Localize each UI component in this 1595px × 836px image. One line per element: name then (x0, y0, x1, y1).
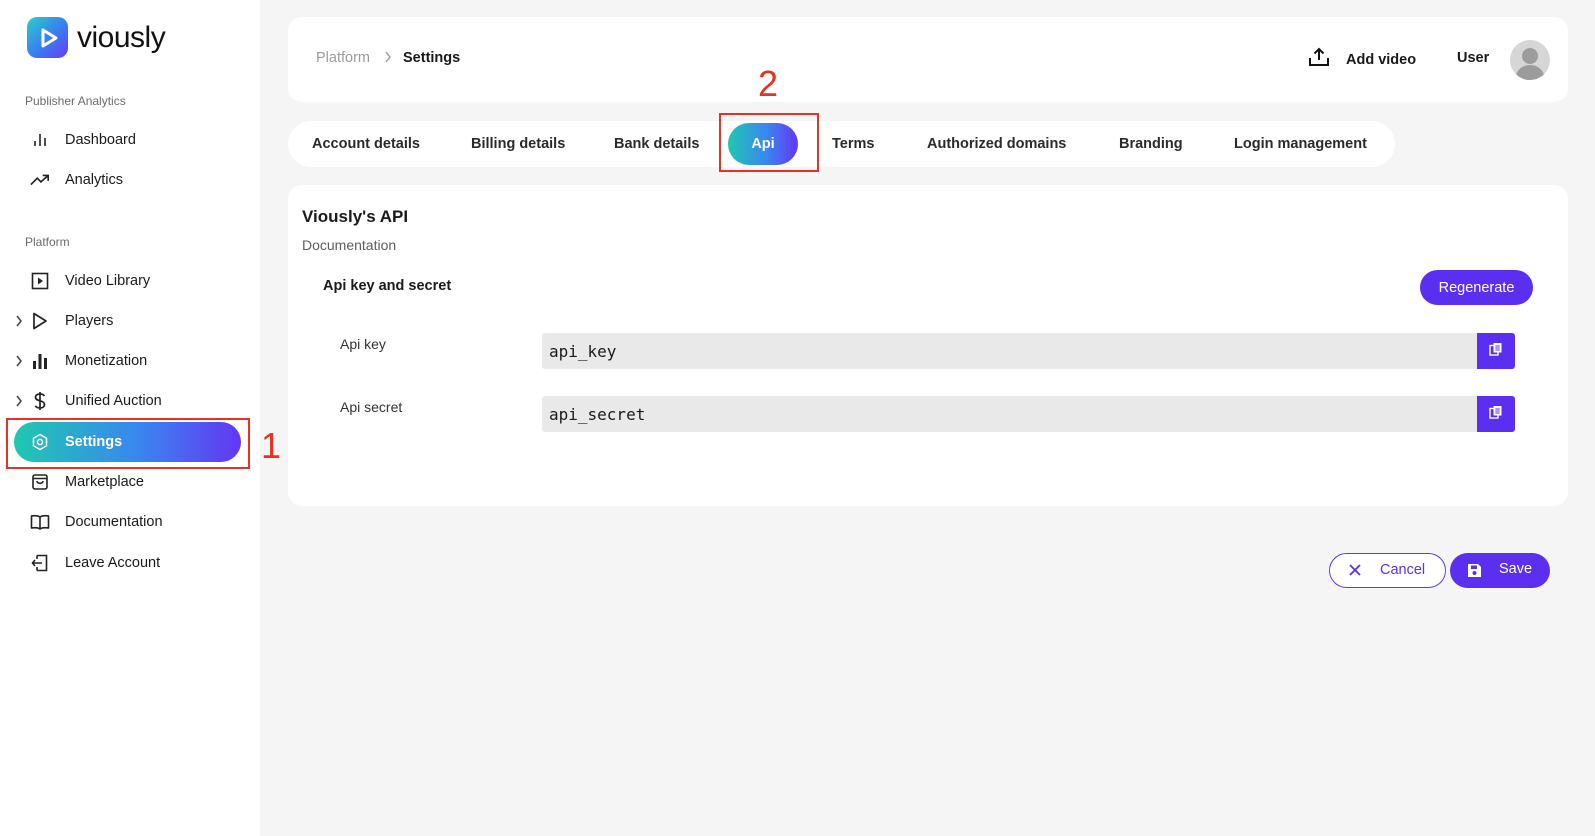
viously-logo-icon (27, 17, 68, 58)
chevron-right-icon[interactable] (12, 312, 26, 330)
exit-icon (30, 553, 50, 573)
sidebar-item-documentation[interactable]: Documentation (14, 502, 246, 542)
sidebar-item-label: Monetization (65, 353, 148, 369)
sidebar-item-players[interactable]: Players (14, 301, 246, 341)
tab-terms[interactable]: Terms (832, 121, 874, 167)
save-label: Save (1499, 561, 1533, 577)
video-library-icon (30, 271, 50, 291)
logo[interactable]: viously (27, 17, 166, 58)
header-bar: Platform Settings Add video User (288, 17, 1568, 102)
sidebar-item-label: Leave Account (65, 555, 161, 571)
cancel-button[interactable]: Cancel (1329, 553, 1446, 588)
annotation-box-settings (6, 418, 250, 469)
card-title: Viously's API (302, 207, 409, 226)
documentation-link[interactable]: Documentation (302, 237, 396, 253)
book-icon (30, 512, 50, 532)
chevron-right-icon (384, 50, 396, 68)
bar-chart-filled-icon (30, 351, 50, 371)
save-button[interactable]: Save (1450, 553, 1550, 588)
add-video-button[interactable]: Add video (1308, 47, 1416, 72)
api-secret-field[interactable] (542, 396, 1485, 432)
annotation-number-1: 1 (261, 425, 282, 466)
api-key-label: Api key (340, 336, 386, 352)
sidebar-item-label: Players (65, 313, 114, 329)
api-key-field[interactable] (542, 333, 1485, 369)
tab-login-management[interactable]: Login management (1234, 121, 1367, 167)
brand-name: viously (77, 20, 166, 54)
sidebar-item-dashboard[interactable]: Dashboard (14, 120, 246, 160)
sidebar-item-video-library[interactable]: Video Library (14, 261, 246, 301)
sidebar-item-label: Dashboard (65, 132, 136, 148)
play-icon (30, 311, 50, 331)
annotation-box-api-tab (719, 113, 819, 172)
user-name[interactable]: User (1457, 50, 1489, 66)
close-icon (1348, 563, 1362, 581)
copy-icon (1489, 342, 1503, 361)
chevron-right-icon[interactable] (12, 392, 26, 410)
breadcrumb-platform[interactable]: Platform (316, 50, 370, 66)
api-card: Viously's API Documentation Api key and … (288, 185, 1568, 506)
add-video-label: Add video (1346, 51, 1417, 68)
bar-chart-icon (30, 130, 50, 150)
copy-api-secret-button[interactable] (1477, 396, 1515, 432)
section-label-publisher-analytics: Publisher Analytics (25, 94, 126, 108)
annotation-number-2: 2 (758, 63, 779, 104)
tab-billing-details[interactable]: Billing details (471, 121, 565, 167)
sidebar-item-label: Analytics (65, 172, 124, 188)
sidebar-item-label: Video Library (65, 273, 151, 289)
api-secret-label: Api secret (340, 399, 403, 415)
trend-up-icon (30, 170, 50, 190)
avatar[interactable] (1510, 40, 1550, 80)
copy-icon (1489, 405, 1503, 424)
section-title: Api key and secret (323, 278, 452, 294)
tab-authorized-domains[interactable]: Authorized domains (927, 121, 1066, 167)
settings-tabs: Account details Billing details Bank det… (288, 121, 1395, 167)
sidebar-item-analytics[interactable]: Analytics (14, 160, 246, 200)
copy-api-key-button[interactable] (1477, 333, 1515, 369)
shopping-bag-icon (30, 472, 50, 492)
sidebar-item-monetization[interactable]: Monetization (14, 341, 246, 381)
section-label-platform: Platform (25, 235, 70, 249)
tab-bank-details[interactable]: Bank details (614, 121, 699, 167)
tab-account-details[interactable]: Account details (312, 121, 420, 167)
sidebar-item-label: Unified Auction (65, 393, 162, 409)
cancel-label: Cancel (1380, 562, 1426, 578)
save-icon (1467, 563, 1482, 582)
tab-branding[interactable]: Branding (1119, 121, 1183, 167)
sidebar-item-label: Documentation (65, 514, 163, 530)
sidebar-item-leave-account[interactable]: Leave Account (14, 543, 246, 583)
sidebar-item-unified-auction[interactable]: Unified Auction (14, 381, 246, 421)
upload-icon (1308, 47, 1330, 72)
chevron-right-icon[interactable] (12, 352, 26, 370)
regenerate-button[interactable]: Regenerate (1420, 270, 1533, 305)
dollar-icon (30, 391, 50, 411)
breadcrumb-settings: Settings (403, 50, 461, 66)
sidebar-item-label: Marketplace (65, 474, 144, 490)
